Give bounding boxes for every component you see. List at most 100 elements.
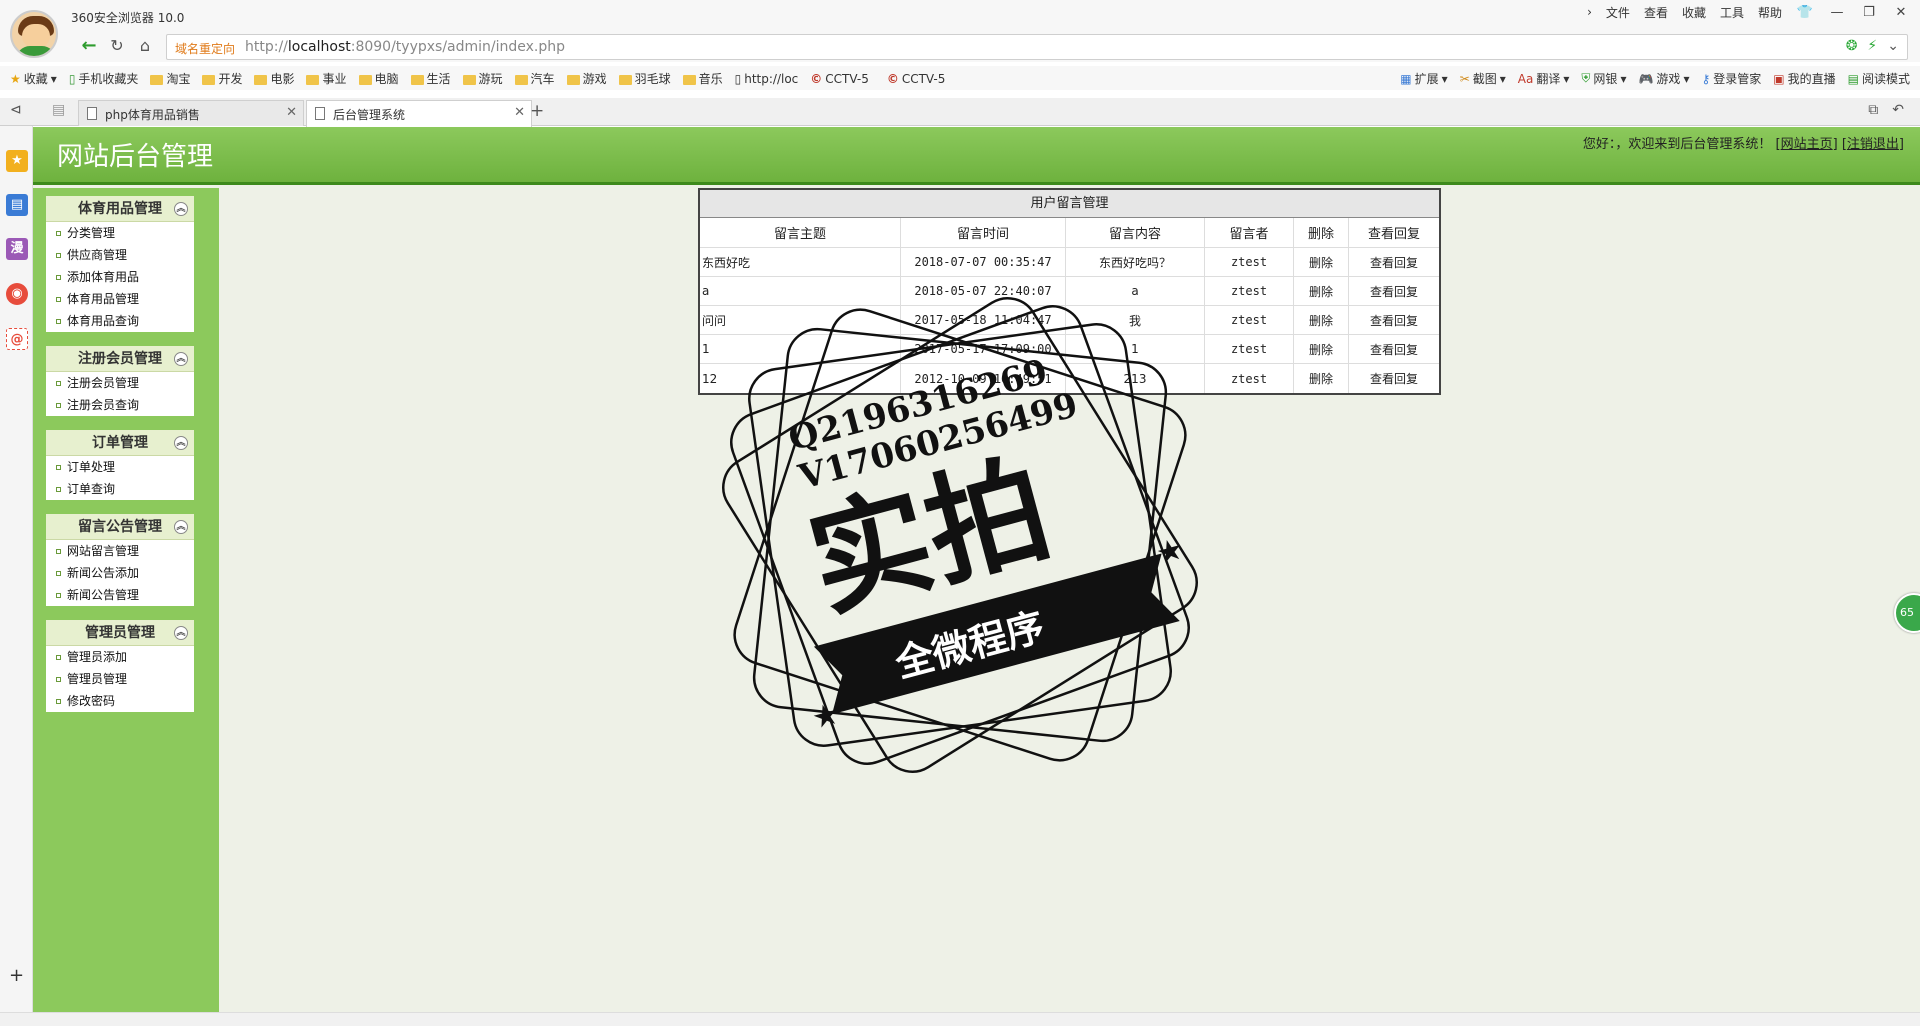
menu-item-news-add[interactable]: 新闻公告添加 — [46, 562, 194, 584]
add-icon[interactable]: + — [9, 965, 24, 986]
menu-header[interactable]: 订单管理 ︽ — [46, 430, 194, 456]
collapse-icon[interactable]: ︽ — [174, 520, 188, 534]
speedup-icon[interactable]: ❂ — [1846, 38, 1858, 54]
menu-view[interactable]: 查看 — [1644, 4, 1668, 21]
news-icon[interactable]: ▤ — [6, 194, 28, 216]
toolbar-reading-mode[interactable]: ▤ 阅读模式 — [1848, 70, 1910, 87]
view-reply-link[interactable]: 查看回复 — [1349, 364, 1439, 393]
back-arrow-icon[interactable]: ← — [78, 35, 100, 57]
comic-icon[interactable]: 漫 — [6, 238, 28, 260]
address-bar[interactable]: 域名重定向 http://localhost:8090/tyypxs/admin… — [166, 34, 1908, 60]
toolbar-login-manager[interactable]: ⚷ 登录管家 — [1701, 70, 1761, 87]
menu-expand-icon[interactable]: › — [1587, 5, 1592, 19]
menu-item-order-query[interactable]: 订单查询 — [46, 478, 194, 500]
menu-item-add-goods[interactable]: 添加体育用品 — [46, 266, 194, 288]
view-reply-link[interactable]: 查看回复 — [1349, 248, 1439, 276]
menu-item-member-query[interactable]: 注册会员查询 — [46, 394, 194, 416]
home-link[interactable]: 网站主页 — [1781, 137, 1833, 152]
delete-link[interactable]: 删除 — [1294, 248, 1349, 276]
bookmark-folder[interactable]: 生活 — [410, 70, 451, 87]
bookmark-folder[interactable]: 开发 — [202, 70, 242, 87]
close-icon[interactable]: ✕ — [514, 105, 525, 120]
sidebar-toggle-icon[interactable]: ⊲ — [10, 102, 22, 118]
bookmark-folder[interactable]: 游玩 — [462, 70, 503, 87]
menu-favorites[interactable]: 收藏 — [1682, 4, 1706, 21]
lightning-icon[interactable]: ⚡ — [1867, 38, 1877, 54]
delete-link[interactable]: 删除 — [1294, 335, 1349, 363]
cell-author: ztest — [1205, 277, 1294, 305]
collapse-icon[interactable]: ︽ — [174, 202, 188, 216]
minimize-button[interactable]: — — [1828, 5, 1846, 20]
favorites-star-icon[interactable]: ★ — [6, 150, 28, 172]
menu-item-admin-add[interactable]: 管理员添加 — [46, 646, 194, 668]
view-reply-link[interactable]: 查看回复 — [1349, 335, 1439, 363]
bookmark-favorites[interactable]: ★ 收藏 ▾ — [10, 70, 57, 87]
toolbar-translate[interactable]: Aa 翻译 ▾ — [1518, 70, 1570, 87]
bookmark-cctv[interactable]: © CCTV-5 — [887, 70, 946, 87]
bookmark-folder[interactable]: 音乐 — [682, 70, 723, 87]
menu-header[interactable]: 留言公告管理 ︽ — [46, 514, 194, 540]
collapse-icon[interactable]: ︽ — [174, 436, 188, 450]
bookmark-cctv[interactable]: © CCTV-5 — [810, 70, 869, 87]
close-icon[interactable]: ✕ — [286, 105, 297, 120]
menu-tools[interactable]: 工具 — [1720, 4, 1744, 21]
delete-link[interactable]: 删除 — [1294, 364, 1349, 393]
tab-list-icon[interactable]: ▤ — [52, 102, 65, 118]
bookmark-mobile[interactable]: ▯ 手机收藏夹 — [69, 70, 139, 87]
tab-product-sales[interactable]: php体育用品销售 ✕ — [78, 100, 304, 126]
bookmark-localhost[interactable]: ▯ http://loc — [735, 70, 799, 87]
tab-admin-system[interactable]: 后台管理系统 ✕ — [306, 100, 532, 127]
view-reply-link[interactable]: 查看回复 — [1349, 306, 1439, 334]
bookmark-folder[interactable]: 电脑 — [358, 70, 399, 87]
bookmark-folder[interactable]: 事业 — [306, 70, 347, 87]
toolbar-live[interactable]: ▣ 我的直播 — [1773, 70, 1835, 87]
delete-link[interactable]: 删除 — [1294, 306, 1349, 334]
menu-item-goods-manage[interactable]: 体育用品管理 — [46, 288, 194, 310]
floating-speed-badge[interactable]: 65 — [1894, 593, 1920, 633]
bookmark-folder[interactable]: 电影 — [254, 70, 294, 87]
menu-file[interactable]: 文件 — [1606, 4, 1630, 21]
undo-icon[interactable]: ↶ — [1892, 102, 1904, 118]
menu-item-admin-manage[interactable]: 管理员管理 — [46, 668, 194, 690]
skin-icon[interactable]: 👕 — [1796, 5, 1814, 20]
chevron-down-icon[interactable]: ⌄ — [1887, 38, 1899, 54]
collapse-icon[interactable]: ︽ — [174, 626, 188, 640]
menu-item-news-manage[interactable]: 新闻公告管理 — [46, 584, 194, 606]
toolbar-extensions[interactable]: ▦ 扩展 ▾ — [1400, 70, 1447, 87]
menu-item-supplier[interactable]: 供应商管理 — [46, 244, 194, 266]
table-row: 东西好吃 2018-07-07 00:35:47 东西好吃吗？ ztest 删除… — [700, 248, 1439, 277]
tab-restore-icon[interactable]: ⧉ — [1868, 102, 1878, 118]
menu-item-member-manage[interactable]: 注册会员管理 — [46, 372, 194, 394]
menu-item-category[interactable]: 分类管理 — [46, 222, 194, 244]
delete-link[interactable]: 删除 — [1294, 277, 1349, 305]
home-icon[interactable]: ⌂ — [134, 35, 156, 57]
collapse-icon[interactable]: ︽ — [174, 352, 188, 366]
menu-help[interactable]: 帮助 — [1758, 4, 1782, 21]
view-reply-link[interactable]: 查看回复 — [1349, 277, 1439, 305]
menu-header[interactable]: 体育用品管理 ︽ — [46, 196, 194, 222]
browser-sidebar: ★ ▤ 漫 ◉ @ + — [0, 126, 33, 1026]
menu-header[interactable]: 注册会员管理 ︽ — [46, 346, 194, 372]
bookmark-folder[interactable]: 淘宝 — [150, 70, 190, 87]
menu-item-goods-query[interactable]: 体育用品查询 — [46, 310, 194, 332]
new-tab-button[interactable]: + — [530, 101, 544, 121]
close-window-button[interactable]: ✕ — [1892, 5, 1910, 20]
bookmark-folder[interactable]: 游戏 — [566, 70, 607, 87]
menu-item-message-manage[interactable]: 网站留言管理 — [46, 540, 194, 562]
url-text[interactable]: http://localhost:8090/tyypxs/admin/index… — [245, 39, 565, 55]
weibo-icon[interactable]: ◉ — [6, 283, 28, 305]
bookmark-folder[interactable]: 汽车 — [514, 70, 555, 87]
mail-icon[interactable]: @ — [6, 328, 28, 350]
cctv-icon: © — [886, 71, 899, 86]
toolbar-screenshot[interactable]: ✂ 截图 ▾ — [1460, 70, 1506, 87]
bookmark-folder[interactable]: 羽毛球 — [618, 70, 671, 87]
toolbar-banking[interactable]: ⛨ 网银 ▾ — [1581, 70, 1626, 87]
user-avatar[interactable] — [10, 10, 58, 58]
menu-header[interactable]: 管理员管理 ︽ — [46, 620, 194, 646]
refresh-icon[interactable]: ↻ — [106, 35, 128, 57]
restore-button[interactable]: ❐ — [1860, 5, 1878, 20]
menu-item-change-password[interactable]: 修改密码 — [46, 690, 194, 712]
menu-item-order-process[interactable]: 订单处理 — [46, 456, 194, 478]
logout-link[interactable]: 注销退出 — [1847, 137, 1899, 152]
toolbar-games[interactable]: 🎮 游戏 ▾ — [1638, 70, 1689, 87]
